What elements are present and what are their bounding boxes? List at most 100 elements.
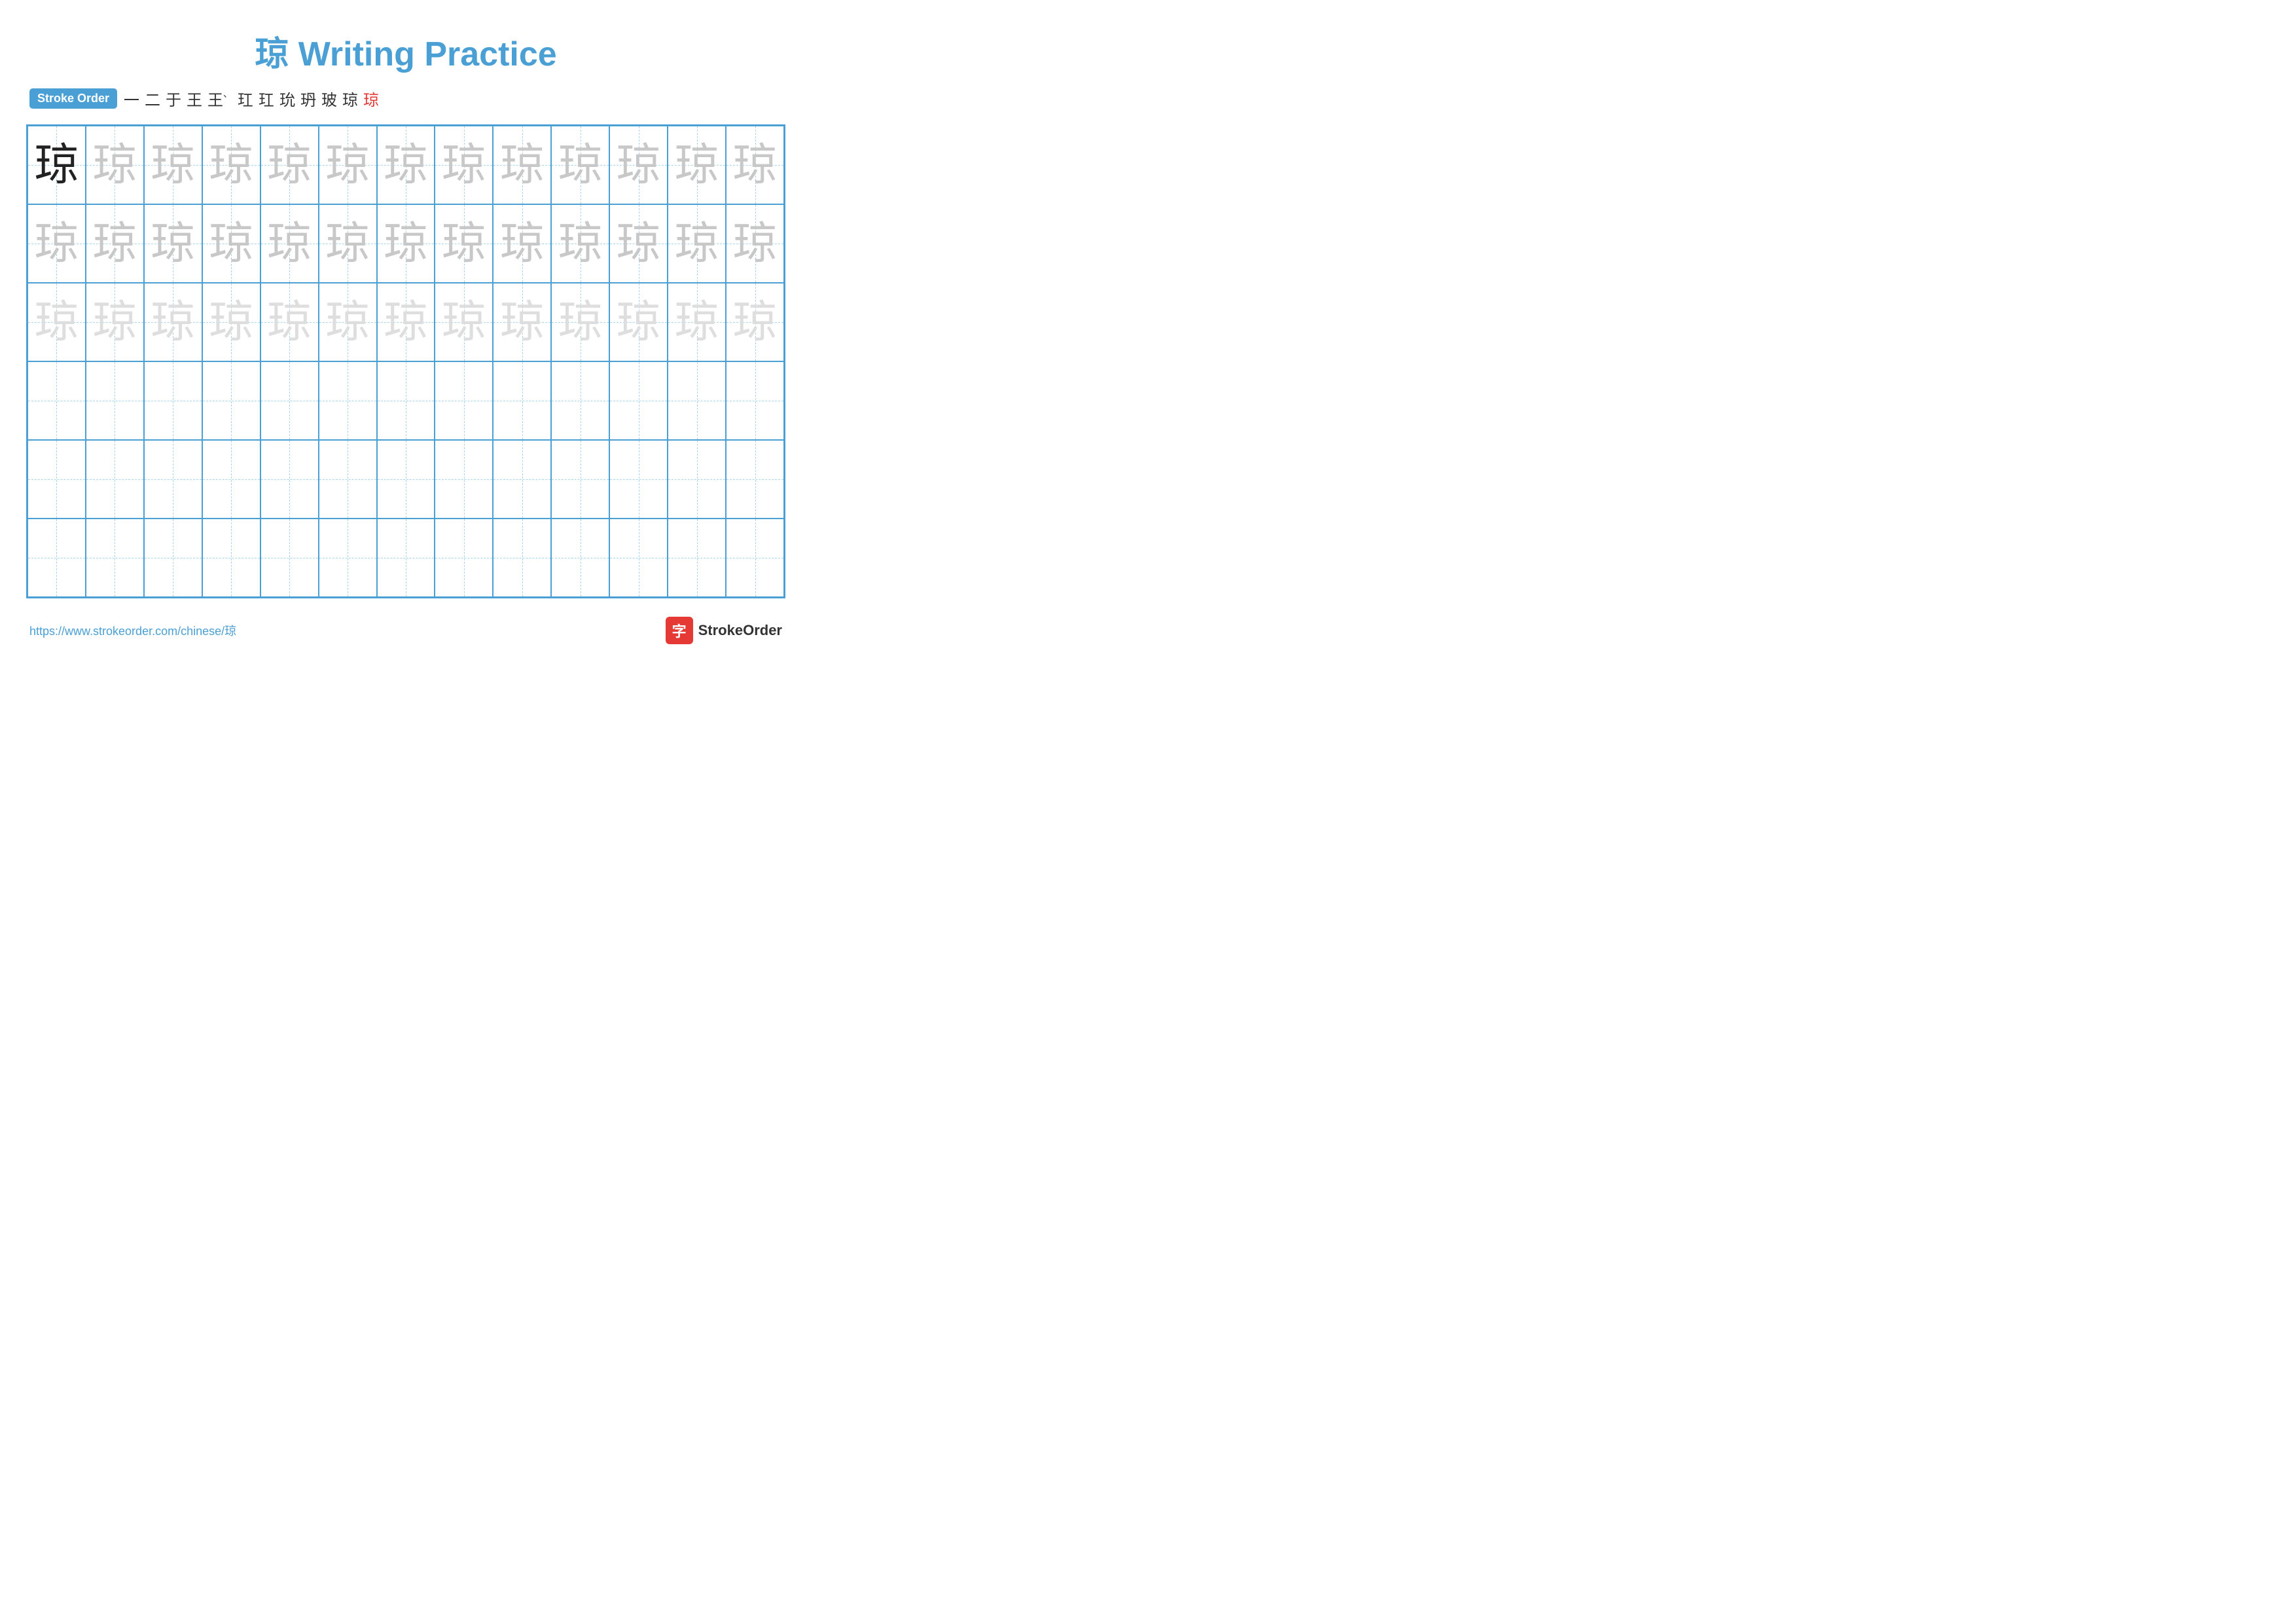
grid-cell[interactable]: 琼: [435, 283, 493, 361]
grid-cell[interactable]: [377, 440, 435, 519]
grid-cell[interactable]: [377, 519, 435, 597]
grid-cell[interactable]: [319, 519, 377, 597]
grid-cell[interactable]: 琼: [726, 126, 784, 204]
grid-cell[interactable]: 琼: [609, 126, 668, 204]
grid-cell[interactable]: [377, 361, 435, 440]
grid-cell[interactable]: [726, 440, 784, 519]
grid-cell[interactable]: [260, 440, 319, 519]
grid-cell[interactable]: [668, 440, 726, 519]
grid-cell[interactable]: 琼: [144, 283, 202, 361]
grid-cell[interactable]: 琼: [551, 204, 609, 283]
stroke-step-11: 琼: [342, 87, 358, 110]
grid-cell[interactable]: 琼: [144, 204, 202, 283]
cell-character: 琼: [733, 221, 778, 266]
grid-cell[interactable]: 琼: [551, 126, 609, 204]
grid-cell[interactable]: 琼: [202, 283, 260, 361]
grid-cell[interactable]: 琼: [144, 126, 202, 204]
grid-cell[interactable]: [86, 361, 144, 440]
grid-cell[interactable]: [551, 519, 609, 597]
footer-logo: 字 StrokeOrder: [666, 617, 782, 644]
cell-character: 琼: [558, 143, 603, 187]
grid-cell[interactable]: [27, 361, 86, 440]
grid-cell[interactable]: [319, 440, 377, 519]
grid-cell[interactable]: 琼: [202, 204, 260, 283]
grid-cell[interactable]: 琼: [377, 204, 435, 283]
grid-cell[interactable]: [726, 361, 784, 440]
cell-character: 琼: [151, 221, 195, 266]
grid-cell[interactable]: [435, 519, 493, 597]
grid-cell[interactable]: [551, 440, 609, 519]
grid-cell[interactable]: 琼: [319, 204, 377, 283]
grid-cell[interactable]: 琼: [493, 126, 551, 204]
grid-cell[interactable]: 琼: [202, 126, 260, 204]
grid-cell[interactable]: 琼: [726, 204, 784, 283]
cell-character: 琼: [384, 143, 428, 187]
grid-cell[interactable]: [27, 440, 86, 519]
grid-cell[interactable]: 琼: [551, 283, 609, 361]
stroke-order-badge: Stroke Order: [29, 88, 117, 109]
grid-cell[interactable]: 琼: [27, 204, 86, 283]
stroke-step-10: 玻: [321, 87, 337, 110]
cell-character: 琼: [384, 221, 428, 266]
grid-cell[interactable]: 琼: [668, 126, 726, 204]
cell-character: 琼: [675, 300, 719, 344]
cell-character: 琼: [209, 143, 253, 187]
grid-cell[interactable]: [609, 361, 668, 440]
logo-icon: 字: [666, 617, 693, 644]
grid-cell[interactable]: 琼: [86, 204, 144, 283]
grid-cell[interactable]: [726, 519, 784, 597]
grid-cell[interactable]: 琼: [493, 283, 551, 361]
grid-cell[interactable]: [435, 440, 493, 519]
grid-cell[interactable]: 琼: [86, 283, 144, 361]
cell-character: 琼: [325, 221, 370, 266]
cell-character: 琼: [558, 300, 603, 344]
grid-cell[interactable]: 琼: [726, 283, 784, 361]
cell-character: 琼: [384, 300, 428, 344]
grid-cell[interactable]: 琼: [260, 126, 319, 204]
cell-character: 琼: [733, 300, 778, 344]
cell-character: 琼: [34, 300, 79, 344]
grid-cell[interactable]: 琼: [668, 283, 726, 361]
grid-cell[interactable]: 琼: [260, 283, 319, 361]
grid-cell[interactable]: [493, 440, 551, 519]
grid-cell[interactable]: 琼: [27, 283, 86, 361]
grid-cell[interactable]: [260, 361, 319, 440]
grid-cell[interactable]: 琼: [260, 204, 319, 283]
grid-cell[interactable]: [319, 361, 377, 440]
grid-cell[interactable]: [144, 361, 202, 440]
grid-cell[interactable]: [86, 440, 144, 519]
cell-character: 琼: [500, 143, 545, 187]
grid-cell[interactable]: [609, 519, 668, 597]
grid-cell[interactable]: [609, 440, 668, 519]
footer-url[interactable]: https://www.strokeorder.com/chinese/琼: [29, 622, 236, 639]
grid-cell[interactable]: [202, 519, 260, 597]
grid-cell[interactable]: [27, 519, 86, 597]
grid-cell[interactable]: [493, 519, 551, 597]
grid-cell[interactable]: 琼: [319, 126, 377, 204]
grid-cell[interactable]: [202, 361, 260, 440]
grid-cell[interactable]: 琼: [609, 283, 668, 361]
cell-character: 琼: [558, 221, 603, 266]
grid-cell[interactable]: [493, 361, 551, 440]
grid-cell[interactable]: 琼: [609, 204, 668, 283]
grid-cell[interactable]: [144, 519, 202, 597]
stroke-step-6: 玒: [238, 87, 253, 110]
stroke-steps: 一 二 于 王 王、 玒 玒 玧 玬 玻 琼 琼: [124, 87, 379, 110]
grid-cell[interactable]: [668, 361, 726, 440]
grid-cell[interactable]: [260, 519, 319, 597]
grid-cell[interactable]: 琼: [27, 126, 86, 204]
grid-cell[interactable]: 琼: [668, 204, 726, 283]
grid-cell[interactable]: [435, 361, 493, 440]
grid-cell[interactable]: 琼: [493, 204, 551, 283]
grid-cell[interactable]: 琼: [377, 126, 435, 204]
grid-cell[interactable]: 琼: [435, 126, 493, 204]
grid-cell[interactable]: [86, 519, 144, 597]
grid-cell[interactable]: 琼: [86, 126, 144, 204]
grid-cell[interactable]: [202, 440, 260, 519]
grid-cell[interactable]: 琼: [435, 204, 493, 283]
grid-cell[interactable]: [551, 361, 609, 440]
grid-cell[interactable]: [144, 440, 202, 519]
grid-cell[interactable]: [668, 519, 726, 597]
grid-cell[interactable]: 琼: [319, 283, 377, 361]
grid-cell[interactable]: 琼: [377, 283, 435, 361]
